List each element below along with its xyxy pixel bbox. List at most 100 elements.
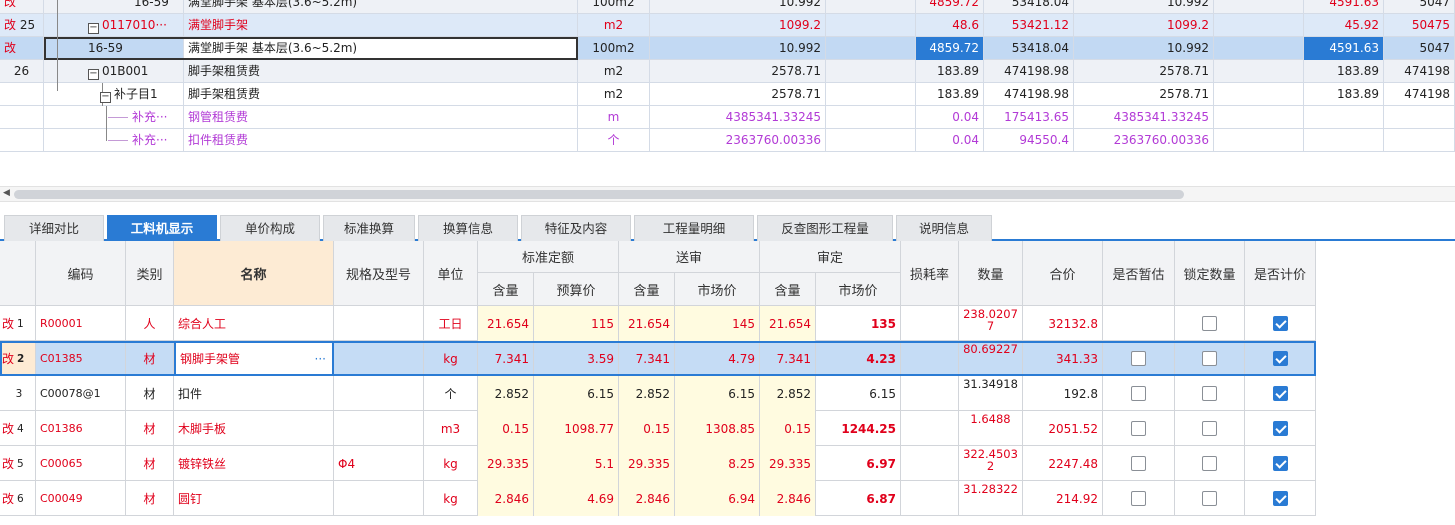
table-row[interactable]: 改 1 R00001 人综合人工 工日 21.654 115 21.654 145 21.654 1… [0, 306, 1316, 341]
item-name[interactable]: 扣件租赁费 [184, 129, 578, 152]
item-qty-audit: 4385341.33245 [1074, 106, 1214, 129]
item-name[interactable]: 满堂脚手架 基本层(3.6~5.2m) [184, 0, 578, 14]
item-name[interactable]: 脚手架租赁费 [184, 83, 578, 106]
collapse-icon[interactable]: − [88, 69, 99, 80]
scroll-left-icon[interactable]: ◀ [3, 188, 10, 198]
material-spec[interactable] [334, 481, 424, 516]
material-code[interactable]: C00065 [36, 446, 126, 481]
material-spec[interactable] [334, 341, 424, 376]
is-priced-checkbox[interactable] [1272, 351, 1288, 366]
changed-mark: 改 [2, 457, 15, 471]
col-aud-content[interactable]: 含量 [760, 273, 816, 306]
item-price: 48.6 [916, 14, 984, 37]
material-code[interactable]: C00078@1 [36, 376, 126, 411]
lock-qty-checkbox[interactable] [1202, 491, 1217, 506]
tab-reverse-lookup[interactable]: 反查图形工程量 [757, 215, 893, 241]
material-spec[interactable] [334, 411, 424, 446]
lock-qty-checkbox[interactable] [1202, 351, 1217, 366]
is-temp-checkbox[interactable] [1131, 421, 1146, 436]
table-row[interactable]: 改 6 C00049 材圆钉 kg 2.846 4.69 2.846 6.94 2.846 6.87… [0, 481, 1316, 516]
item-name[interactable]: 脚手架租赁费 [184, 60, 578, 83]
material-name[interactable]: 圆钉 [174, 481, 334, 516]
item-name[interactable]: 满堂脚手架 [184, 14, 578, 37]
table-row[interactable]: 改 16-59 满堂脚手架 基本层(3.6~5.2m) 100m2 10.992… [0, 0, 1455, 14]
material-spec[interactable] [334, 306, 424, 341]
tab-conversion-info[interactable]: 换算信息 [418, 215, 518, 241]
col-quantity[interactable]: 数量 [959, 241, 1023, 306]
lock-qty-checkbox[interactable] [1202, 421, 1217, 436]
lock-qty-checkbox[interactable] [1202, 386, 1217, 401]
table-row[interactable]: 补充··· 钢管租赁费 m 4385341.33245 0.04 175413.… [0, 106, 1455, 129]
is-temp-checkbox[interactable] [1131, 456, 1146, 471]
is-priced-checkbox[interactable] [1272, 421, 1288, 436]
table-row[interactable]: 改 4 C01386 材木脚手板 m3 0.15 1098.77 0.15 1308.85 0.1… [0, 411, 1316, 446]
table-row[interactable]: 改 5 C00065 材镀锌铁丝 Φ4 kg 29.335 5.1 29.335 8.25 29.3… [0, 446, 1316, 481]
col-std-budget-price[interactable]: 预算价 [534, 273, 619, 306]
is-temp-checkbox[interactable] [1131, 351, 1146, 366]
material-name[interactable]: 镀锌铁丝 [174, 446, 334, 481]
material-code[interactable]: C00049 [36, 481, 126, 516]
material-code[interactable]: C01385 [36, 341, 126, 376]
item-code: 0117010··· [102, 18, 167, 32]
col-aud-market-price[interactable]: 市场价 [816, 273, 901, 306]
col-loss-rate[interactable]: 损耗率 [901, 241, 959, 306]
tab-quantity-detail[interactable]: 工程量明细 [634, 215, 754, 241]
item-name[interactable]: 钢管租赁费 [184, 106, 578, 129]
material-name[interactable]: 钢脚手架管 ··· [174, 341, 334, 376]
col-unit[interactable]: 单位 [424, 241, 478, 306]
col-name[interactable]: 名称 [174, 241, 334, 306]
std-budget-price: 4.69 [534, 481, 619, 516]
item-price-audit: 183.89 [1304, 60, 1384, 83]
col-std-content[interactable]: 含量 [478, 273, 534, 306]
col-is-priced[interactable]: 是否计价 [1245, 241, 1316, 306]
item-qty: 10.992 [650, 37, 826, 60]
col-code[interactable]: 编码 [36, 241, 126, 306]
collapse-icon[interactable]: − [88, 23, 99, 34]
more-options-icon[interactable]: ··· [315, 352, 326, 366]
col-total[interactable]: 合价 [1023, 241, 1103, 306]
tab-standard-conversion[interactable]: 标准换算 [323, 215, 415, 241]
is-priced-checkbox[interactable] [1272, 456, 1288, 471]
material-unit: m3 [424, 411, 478, 446]
col-is-temp[interactable]: 是否暂估 [1103, 241, 1175, 306]
lock-qty-checkbox[interactable] [1202, 316, 1217, 331]
col-lock-qty[interactable]: 锁定数量 [1175, 241, 1245, 306]
std-content: 2.846 [478, 481, 534, 516]
is-temp-checkbox[interactable] [1131, 386, 1146, 401]
std-budget-price: 6.15 [534, 376, 619, 411]
collapse-icon[interactable]: − [100, 92, 111, 103]
scrollbar-thumb[interactable] [14, 190, 1184, 199]
material-name[interactable]: 综合人工 [174, 306, 334, 341]
lock-qty-checkbox[interactable] [1202, 456, 1217, 471]
is-priced-checkbox[interactable] [1272, 316, 1288, 331]
table-row[interactable]: 26 −01B001 脚手架租赁费 m2 2578.71 183.89 4741… [0, 60, 1455, 83]
material-spec[interactable]: Φ4 [334, 446, 424, 481]
tab-description[interactable]: 说明信息 [896, 215, 992, 241]
tab-features[interactable]: 特征及内容 [521, 215, 631, 241]
table-row[interactable]: 补充··· 扣件租赁费 个 2363760.00336 0.04 94550.4… [0, 129, 1455, 152]
table-row[interactable]: 改 25 −0117010··· 满堂脚手架 m2 1099.2 48.6 53… [0, 14, 1455, 37]
table-row-selected[interactable]: 改 16-59 满堂脚手架 基本层(3.6~5.2m) 100m2 10.992… [0, 37, 1455, 60]
material-name[interactable]: 扣件 [174, 376, 334, 411]
col-spec[interactable]: 规格及型号 [334, 241, 424, 306]
material-total: 2247.48 [1023, 446, 1103, 481]
col-sub-content[interactable]: 含量 [619, 273, 675, 306]
is-priced-checkbox[interactable] [1272, 386, 1288, 401]
table-row[interactable]: − 补子目1 脚手架租赁费 m2 2578.71 183.89 474198.98… [0, 83, 1455, 106]
tab-detail-compare[interactable]: 详细对比 [4, 215, 104, 241]
material-code[interactable]: C01386 [36, 411, 126, 446]
tab-labor-material[interactable]: 工料机显示 [107, 215, 217, 241]
is-temp-checkbox[interactable] [1131, 491, 1146, 506]
material-name[interactable]: 木脚手板 [174, 411, 334, 446]
material-code[interactable]: R00001 [36, 306, 126, 341]
item-price-audit: 45.92 [1304, 14, 1384, 37]
material-spec[interactable] [334, 376, 424, 411]
is-priced-checkbox[interactable] [1272, 491, 1288, 506]
horizontal-scrollbar[interactable]: ◀ [0, 186, 1455, 202]
col-sub-market-price[interactable]: 市场价 [675, 273, 760, 306]
item-code[interactable]: 16-59 [44, 0, 184, 14]
table-row-selected[interactable]: 改 2 C01385 材钢脚手架管 ··· kg 7.341 3.59 7.341 4.79 7.3… [0, 341, 1316, 376]
col-type[interactable]: 类别 [126, 241, 174, 306]
table-row[interactable]: 3 C00078@1 材扣件个 2.852 6.15 2.852 6.15 2.852 6.15… [0, 376, 1316, 411]
tab-unit-price[interactable]: 单价构成 [220, 215, 320, 241]
